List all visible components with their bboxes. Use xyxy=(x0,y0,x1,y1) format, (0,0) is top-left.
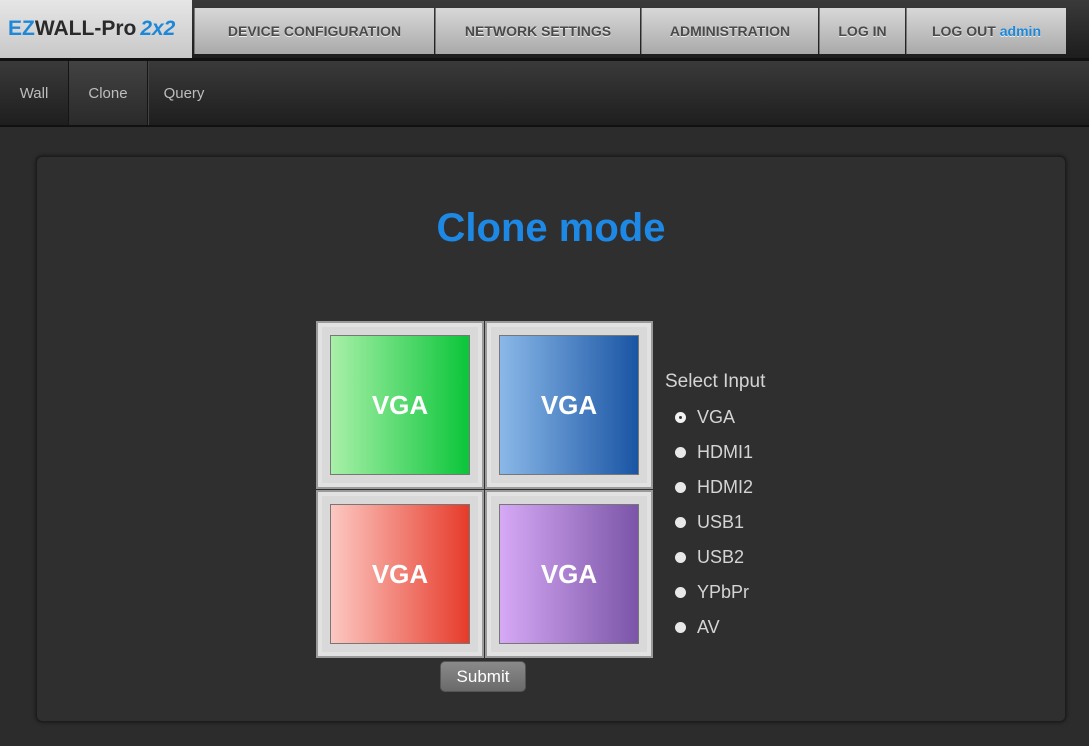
subnav-wall[interactable]: Wall xyxy=(0,61,69,125)
radio-option-hdmi2[interactable]: HDMI2 xyxy=(675,475,753,499)
nav-log-in[interactable]: LOG IN xyxy=(819,8,905,54)
tile-label: VGA xyxy=(499,504,639,644)
radio-option-usb2[interactable]: USB2 xyxy=(675,545,744,569)
sub-nav-bar: Wall Clone Query xyxy=(0,61,1089,127)
radio-icon xyxy=(675,446,686,458)
subnav-clone[interactable]: Clone xyxy=(69,61,148,125)
tile-label: VGA xyxy=(330,504,470,644)
brand-prefix: EZ xyxy=(8,17,35,40)
submit-button[interactable]: Submit xyxy=(440,661,526,692)
radio-option-vga[interactable]: VGA xyxy=(675,405,735,429)
radio-label: YPbPr xyxy=(697,581,750,602)
select-input-title: Select Input xyxy=(665,371,766,392)
nav-label: LOG OUT xyxy=(931,23,996,39)
subnav-label: Clone xyxy=(88,84,128,102)
nav-log-out[interactable]: LOG OUT admin xyxy=(906,8,1066,54)
display-tile-bottom-left[interactable]: VGA xyxy=(316,490,484,658)
brand-name: WALL-Pro xyxy=(34,17,137,40)
tile-label: VGA xyxy=(499,335,639,475)
radio-option-hdmi1[interactable]: HDMI1 xyxy=(675,440,753,464)
radio-checked-icon xyxy=(675,411,686,423)
top-nav-bar: EZ WALL-Pro 2x2 DEVICE CONFIGURATION NETWO… xyxy=(0,0,1089,61)
nav-administration[interactable]: ADMINISTRATION xyxy=(641,8,818,54)
radio-option-av[interactable]: AV xyxy=(675,615,720,639)
page-title: Clone mode xyxy=(436,206,666,250)
brand-logo: EZ WALL-Pro 2x2 xyxy=(0,0,192,58)
radio-icon xyxy=(675,551,686,563)
current-user: admin xyxy=(999,23,1041,39)
radio-label: AV xyxy=(697,616,720,637)
subnav-query[interactable]: Query xyxy=(148,61,220,125)
radio-icon xyxy=(675,481,686,493)
radio-label: HDMI1 xyxy=(697,441,754,462)
radio-label: VGA xyxy=(697,406,736,427)
tile-label: VGA xyxy=(330,335,470,475)
radio-label: USB2 xyxy=(697,546,745,567)
radio-label: HDMI2 xyxy=(697,476,754,497)
subnav-label: Query xyxy=(163,84,205,102)
display-tile-bottom-right[interactable]: VGA xyxy=(485,490,653,658)
radio-icon xyxy=(675,516,686,528)
nav-device-configuration[interactable]: DEVICE CONFIGURATION xyxy=(194,8,434,54)
nav-label: ADMINISTRATION xyxy=(669,23,791,39)
display-tile-top-left[interactable]: VGA xyxy=(316,321,484,489)
radio-label: USB1 xyxy=(697,511,745,532)
subnav-label: Wall xyxy=(19,84,49,102)
nav-label: NETWORK SETTINGS xyxy=(464,23,612,39)
radio-icon xyxy=(675,586,686,598)
radio-icon xyxy=(675,621,686,633)
nav-label: LOG IN xyxy=(838,23,887,39)
nav-label: DEVICE CONFIGURATION xyxy=(227,23,402,39)
brand-model: 2x2 xyxy=(140,17,176,40)
nav-network-settings[interactable]: NETWORK SETTINGS xyxy=(435,8,640,54)
display-tile-top-right[interactable]: VGA xyxy=(485,321,653,489)
radio-option-ypbpr[interactable]: YPbPr xyxy=(675,580,749,604)
radio-option-usb1[interactable]: USB1 xyxy=(675,510,744,534)
